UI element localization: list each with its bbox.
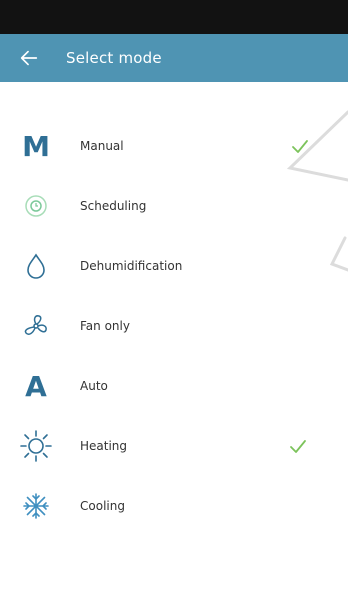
mode-label: Auto bbox=[80, 379, 108, 393]
arrow-left-icon[interactable] bbox=[18, 47, 40, 69]
schedule-icon bbox=[18, 176, 54, 236]
sun-icon bbox=[18, 416, 54, 476]
water-drop-icon bbox=[18, 236, 54, 296]
check-icon bbox=[292, 140, 308, 153]
mode-label: Dehumidification bbox=[80, 259, 183, 273]
mode-label: Manual bbox=[80, 139, 124, 153]
mode-item-manual[interactable]: M Manual bbox=[0, 116, 348, 176]
mode-item-heating[interactable]: Heating bbox=[0, 416, 348, 476]
mode-label: Fan only bbox=[80, 319, 130, 333]
mode-item-auto[interactable]: A Auto bbox=[0, 356, 348, 416]
app-bar: Select mode bbox=[0, 34, 348, 82]
mode-item-cooling[interactable]: Cooling bbox=[0, 476, 348, 536]
snowflake-icon bbox=[18, 476, 54, 536]
mode-item-dehumidification[interactable]: Dehumidification bbox=[0, 236, 348, 296]
letter-m-icon: M bbox=[22, 129, 50, 163]
mode-list: M Manual Scheduling Dehumidification Fan… bbox=[0, 116, 348, 536]
mode-label: Cooling bbox=[80, 499, 125, 513]
check-icon bbox=[290, 440, 306, 453]
mode-label: Heating bbox=[80, 439, 128, 453]
status-bar bbox=[0, 0, 348, 34]
mode-item-scheduling[interactable]: Scheduling bbox=[0, 176, 348, 236]
mode-label: Scheduling bbox=[80, 199, 147, 213]
fan-icon bbox=[18, 296, 54, 356]
mode-item-fan-only[interactable]: Fan only bbox=[0, 296, 348, 356]
letter-a-icon: A bbox=[25, 369, 47, 403]
page-title: Select mode bbox=[66, 49, 162, 67]
